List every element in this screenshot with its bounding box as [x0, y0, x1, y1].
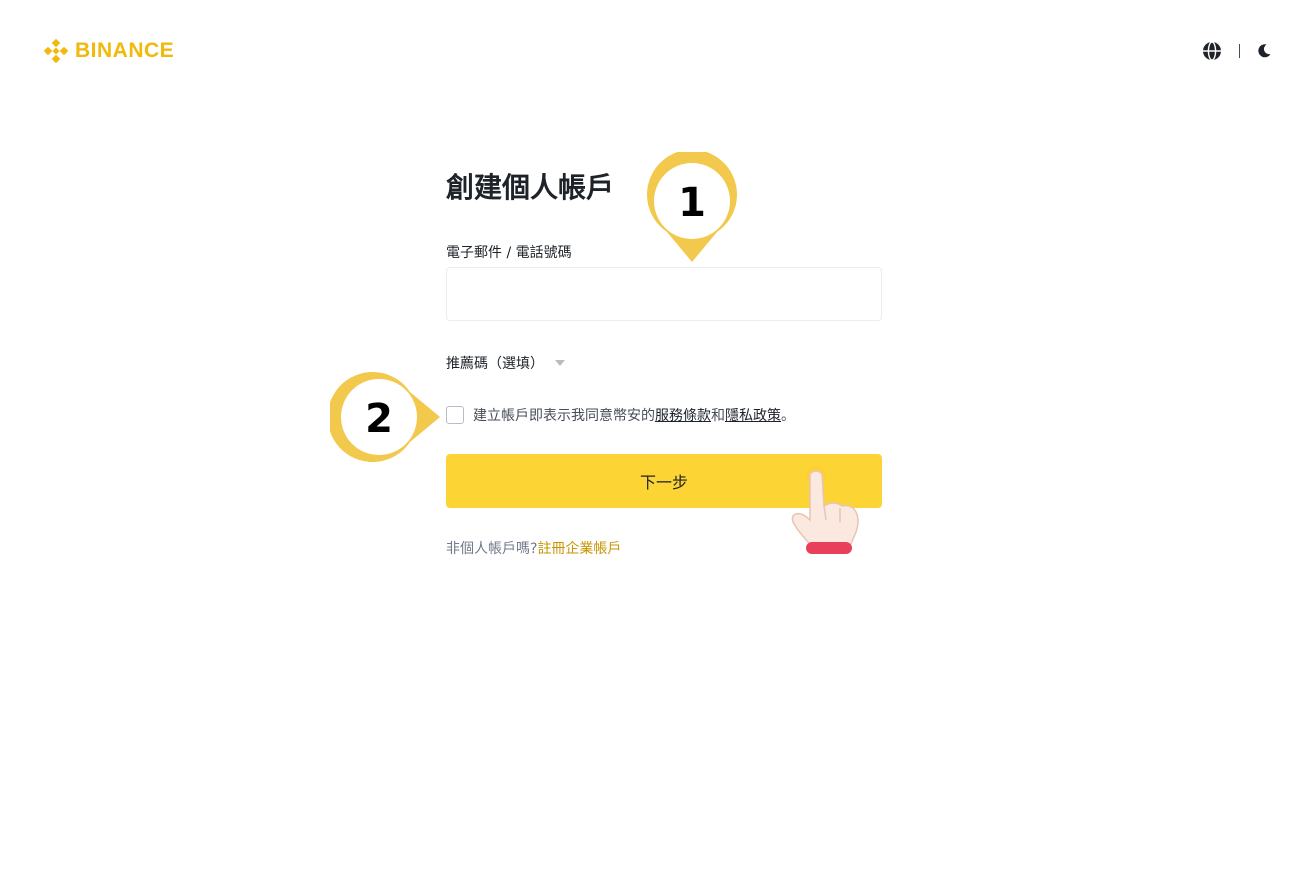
terms-suffix: 。	[781, 408, 795, 424]
brand-name: BINANCE	[75, 39, 175, 62]
pointing-hand-icon	[791, 466, 859, 554]
caret-down-icon	[555, 360, 565, 366]
binance-diamond-icon	[43, 38, 69, 64]
business-prompt-text: 非個人帳戶嗎?	[446, 541, 538, 557]
moon-icon	[1258, 44, 1271, 58]
referral-toggle[interactable]: 推薦碼（選填）	[446, 353, 566, 373]
terms-checkbox[interactable]	[446, 406, 464, 424]
privacy-policy-link[interactable]: 隱私政策	[725, 408, 781, 424]
globe-icon	[1203, 41, 1221, 61]
email-phone-label: 電子郵件 / 電話號碼	[446, 245, 572, 261]
register-business-link[interactable]: 註冊企業帳戶	[537, 541, 621, 557]
terms-agreement: 建立帳戶即表示我同意幣安的服務條款和隱私政策。	[446, 405, 795, 425]
header-divider	[1239, 44, 1240, 58]
language-button[interactable]	[1201, 40, 1223, 62]
signup-page: BINANCE 創建個人帳戶 電子郵件 / 電話號碼 推薦碼（選填） 建立帳戶即…	[0, 0, 1300, 886]
step-2-number: 2	[365, 396, 393, 442]
referral-label: 推薦碼（選填）	[446, 356, 544, 372]
terms-join: 和	[711, 408, 725, 424]
business-account-prompt: 非個人帳戶嗎?註冊企業帳戶	[446, 538, 621, 558]
header-tools	[1201, 40, 1272, 62]
theme-toggle[interactable]	[1256, 43, 1272, 59]
step-2-marker: 2	[330, 372, 440, 462]
page-title: 創建個人帳戶	[446, 171, 615, 204]
email-phone-input[interactable]	[446, 267, 882, 321]
step-1-number: 1	[678, 180, 706, 226]
terms-prefix: 建立帳戶即表示我同意幣安的	[473, 408, 655, 424]
step-1-marker: 1	[647, 152, 737, 262]
binance-logo[interactable]: BINANCE	[43, 38, 174, 64]
terms-text: 建立帳戶即表示我同意幣安的服務條款和隱私政策。	[473, 405, 795, 425]
terms-of-service-link[interactable]: 服務條款	[655, 408, 711, 424]
